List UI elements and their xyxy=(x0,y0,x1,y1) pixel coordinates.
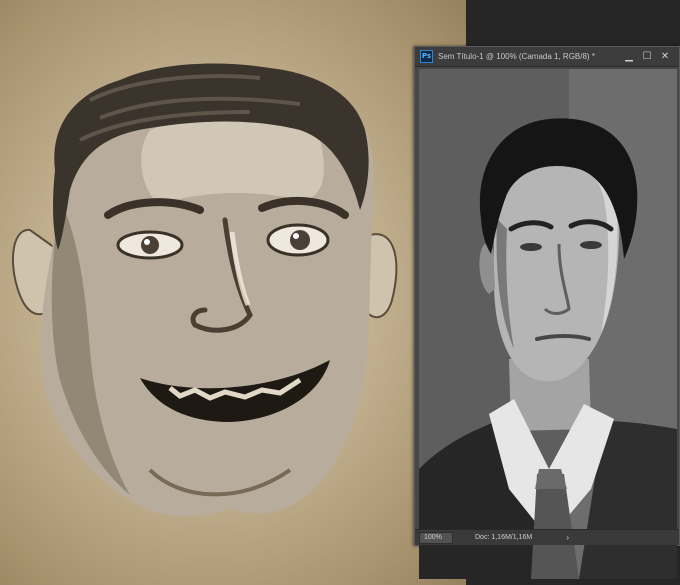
document-title: Sem Título-1 @ 100% (Camada 1, RGB/8) * xyxy=(438,52,595,61)
document-canvas[interactable] xyxy=(419,69,677,579)
maximize-icon[interactable]: ☐ xyxy=(639,50,655,64)
painting-canvas[interactable] xyxy=(0,0,466,585)
close-icon[interactable]: ✕ xyxy=(657,50,673,64)
screen: Ps Sem Título-1 @ 100% (Camada 1, RGB/8)… xyxy=(0,0,680,585)
minimize-icon[interactable]: ▁ xyxy=(621,50,637,64)
doc-size-readout: Doc: 1,16M/1,16M xyxy=(475,534,533,541)
status-bar: 100% Doc: 1,16M/1,16M › xyxy=(415,529,679,545)
photoshop-icon: Ps xyxy=(420,50,433,63)
caricature-painting xyxy=(12,63,398,517)
portrait-photo xyxy=(419,69,677,579)
zoom-field[interactable]: 100% xyxy=(419,531,453,544)
document-window[interactable]: Ps Sem Título-1 @ 100% (Camada 1, RGB/8)… xyxy=(414,46,680,579)
face-highlight xyxy=(141,117,324,205)
right-iris xyxy=(290,230,310,250)
left-iris xyxy=(141,236,159,254)
status-menu-arrow-icon[interactable]: › xyxy=(566,533,569,542)
document-titlebar[interactable]: Ps Sem Título-1 @ 100% (Camada 1, RGB/8)… xyxy=(415,47,679,67)
